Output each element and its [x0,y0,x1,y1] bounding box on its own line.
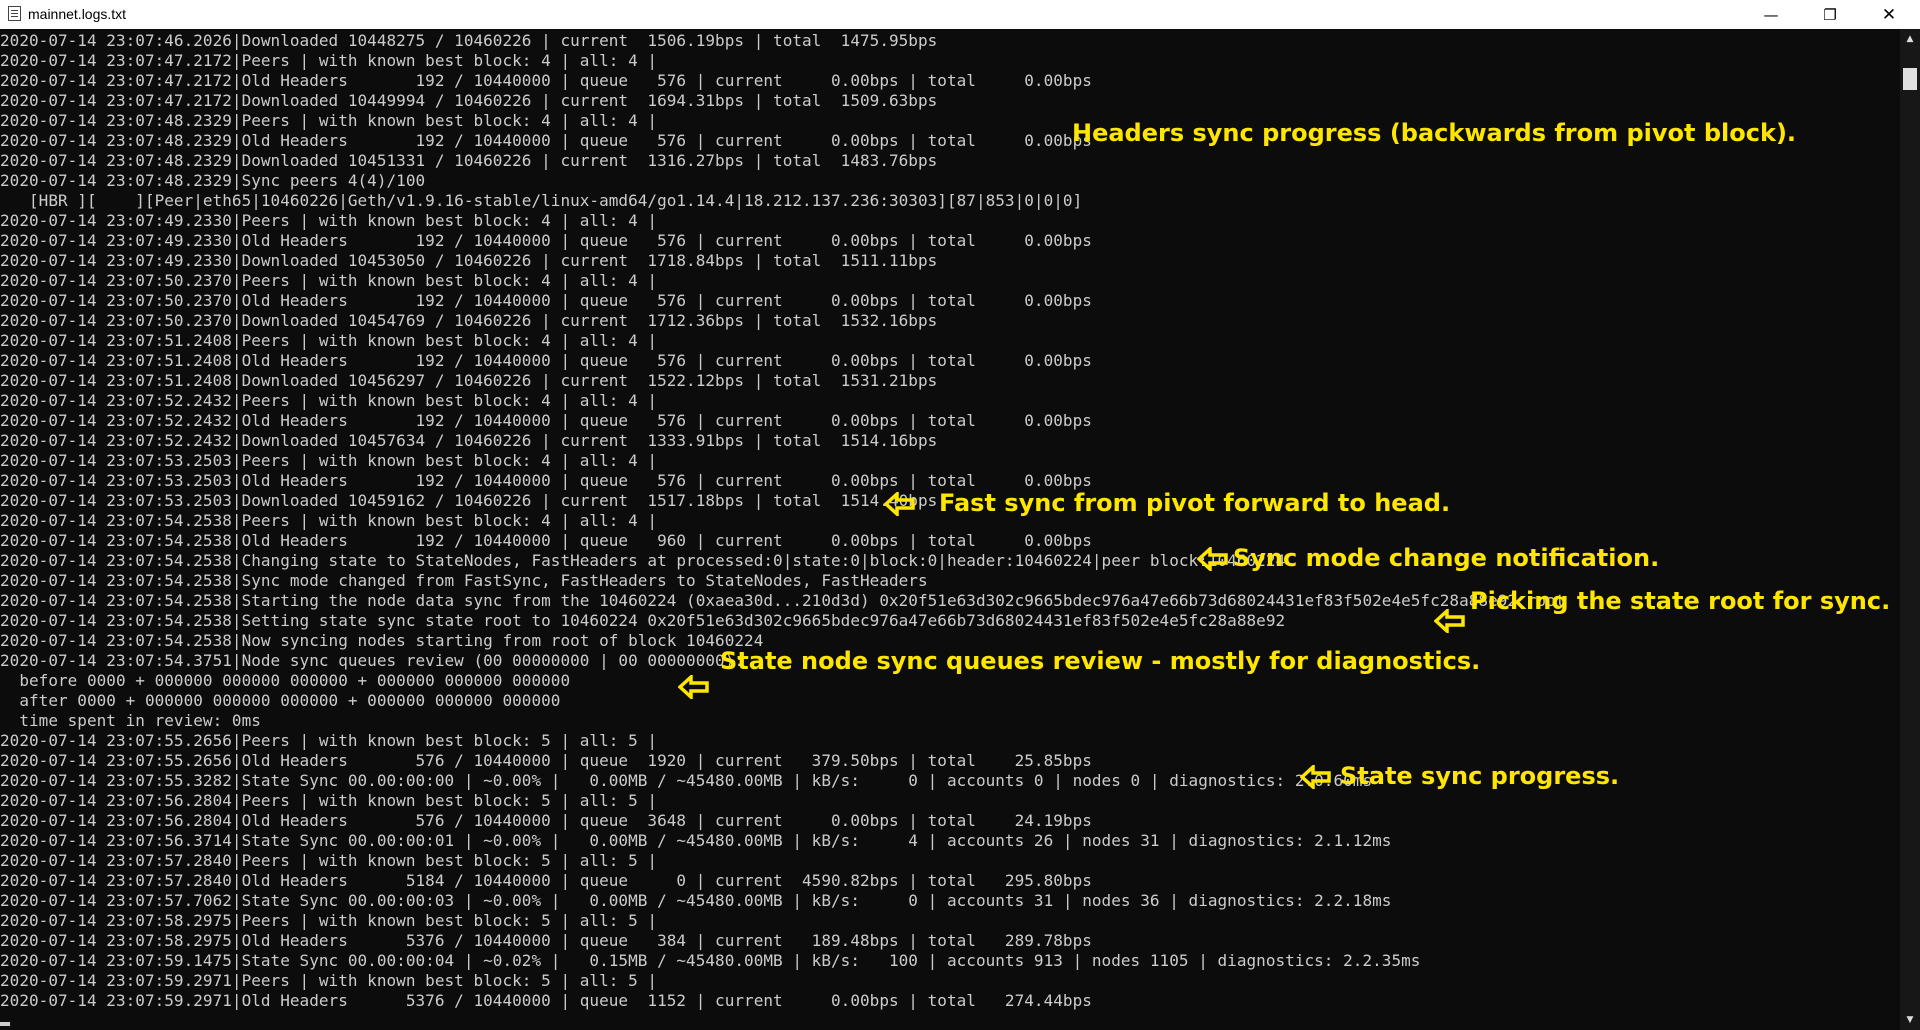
annotation-state-root: Picking the state root for sync. [1470,587,1891,615]
log-line: after 0000 + 000000 000000 000000 + 0000… [0,691,561,710]
restore-icon: ❐ [1823,5,1837,24]
log-lines: 2020-07-14 23:07:46.2026|Downloaded 1044… [0,31,1900,1011]
restore-button[interactable]: ❐ [1807,0,1853,29]
arrow-left-icon [1197,547,1229,571]
log-line: 2020-07-14 23:07:51.2408|Old Headers 192… [0,351,1092,370]
title-bar: mainnet.logs.txt — ❐ ✕ [0,0,1920,30]
log-line: 2020-07-14 23:07:50.2370|Peers | with kn… [0,271,658,290]
log-line: 2020-07-14 23:07:55.2656|Peers | with kn… [0,731,658,750]
log-line: 2020-07-14 23:07:57.7062|State Sync 00.0… [0,891,1392,910]
log-line: 2020-07-14 23:07:57.2840|Old Headers 518… [0,871,1092,890]
log-line: time spent in review: 0ms [0,711,261,730]
log-line: 2020-07-14 23:07:49.2330|Peers | with kn… [0,211,658,230]
log-line: 2020-07-14 23:07:49.2330|Old Headers 192… [0,231,1092,250]
log-line: 2020-07-14 23:07:53.2503|Old Headers 192… [0,471,1092,490]
log-line: 2020-07-14 23:07:49.2330|Downloaded 1045… [0,251,938,270]
annotation-state-sync-progress: State sync progress. [1340,762,1620,790]
console-output[interactable]: 2020-07-14 23:07:46.2026|Downloaded 1044… [0,29,1900,1030]
log-line: 2020-07-14 23:07:52.2432|Downloaded 1045… [0,431,938,450]
annotation-queues-review: State node sync queues review - mostly f… [720,647,1481,675]
arrow-left-icon [678,675,710,699]
log-line: 2020-07-14 23:07:57.2840|Peers | with kn… [0,851,658,870]
log-line: 2020-07-14 23:07:48.2329|Downloaded 1045… [0,151,938,170]
log-line: 2020-07-14 23:07:48.2329|Sync peers 4(4)… [0,171,426,190]
log-line: 2020-07-14 23:07:51.2408|Downloaded 1045… [0,371,938,390]
log-line: 2020-07-14 23:07:56.3714|State Sync 00.0… [0,831,1392,850]
log-line: 2020-07-14 23:07:47.2172|Downloaded 1044… [0,91,938,110]
log-line: 2020-07-14 23:07:47.2172|Peers | with kn… [0,51,658,70]
log-line: 2020-07-14 23:07:50.2370|Old Headers 192… [0,291,1092,310]
log-line: 2020-07-14 23:07:52.2432|Old Headers 192… [0,411,1092,430]
log-line: 2020-07-14 23:07:46.2026|Downloaded 1044… [0,31,938,50]
annotation-headers-sync: Headers sync progress (backwards from pi… [1072,119,1797,147]
log-line: 2020-07-14 23:07:51.2408|Peers | with kn… [0,331,658,350]
text-cursor [0,1022,10,1026]
log-line: 2020-07-14 23:07:58.2975|Old Headers 537… [0,931,1092,950]
close-button[interactable]: ✕ [1866,0,1912,29]
close-icon: ✕ [1881,4,1897,25]
vertical-scrollbar[interactable]: ▲ ▼ [1900,29,1920,1030]
minimize-icon: — [1763,5,1779,24]
scroll-up-icon[interactable]: ▲ [1900,29,1920,49]
minimize-button[interactable]: — [1748,0,1794,29]
log-line: 2020-07-14 23:07:56.2804|Peers | with kn… [0,791,658,810]
log-line: 2020-07-14 23:07:53.2503|Peers | with kn… [0,451,658,470]
log-line: 2020-07-14 23:07:59.1475|State Sync 00.0… [0,951,1421,970]
scroll-down-icon[interactable]: ▼ [1900,1010,1920,1030]
arrow-left-icon [1300,765,1332,789]
log-line: 2020-07-14 23:07:59.2971|Old Headers 537… [0,991,1092,1010]
log-line: 2020-07-14 23:07:52.2432|Peers | with kn… [0,391,658,410]
arrow-left-icon [884,492,916,516]
annotation-fast-sync: Fast sync from pivot forward to head. [939,489,1451,517]
window-title: mainnet.logs.txt [28,6,127,22]
log-line: 2020-07-14 23:07:47.2172|Old Headers 192… [0,71,1092,90]
log-line: 2020-07-14 23:07:58.2975|Peers | with kn… [0,911,658,930]
log-line: 2020-07-14 23:07:56.2804|Old Headers 576… [0,811,1092,830]
annotation-sync-mode-change: Sync mode change notification. [1233,544,1660,572]
log-line: [HBR ][ ][Peer|eth65|10460226|Geth/v1.9.… [0,191,1083,210]
text-file-icon [8,6,21,21]
log-line: 2020-07-14 23:07:59.2971|Peers | with kn… [0,971,658,990]
scroll-thumb[interactable] [1903,68,1917,90]
arrow-left-icon [1434,609,1466,633]
log-line: 2020-07-14 23:07:50.2370|Downloaded 1045… [0,311,938,330]
